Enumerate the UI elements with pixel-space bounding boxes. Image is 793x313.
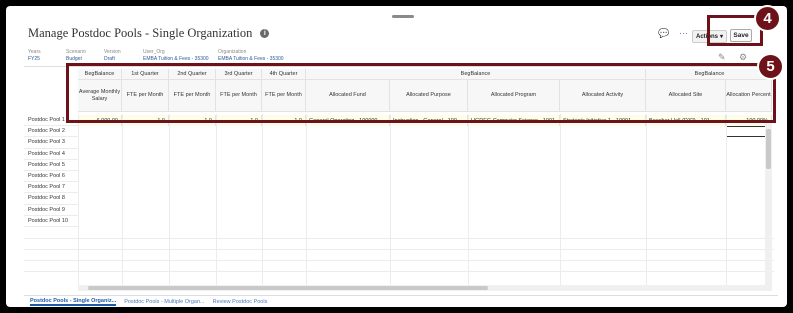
pov-label: Version bbox=[104, 49, 121, 55]
callout-badge-5: 5 bbox=[757, 53, 784, 80]
row-header: Postdoc Pool 10 bbox=[24, 215, 78, 227]
callout-badge-4: 4 bbox=[754, 5, 781, 32]
col-separator bbox=[169, 114, 170, 289]
col-separator bbox=[78, 114, 79, 289]
pov-version[interactable]: Version Draft bbox=[104, 49, 121, 63]
vertical-scrollbar[interactable] bbox=[765, 121, 772, 291]
horizontal-scrollbar[interactable] bbox=[78, 285, 768, 291]
row-separator bbox=[24, 249, 774, 250]
callout-box-5 bbox=[66, 63, 776, 123]
col-separator bbox=[262, 114, 263, 289]
page-title-row: Manage Postdoc Pools - Single Organizati… bbox=[28, 26, 270, 41]
pov-years[interactable]: Years FY25 bbox=[28, 49, 41, 63]
info-icon[interactable]: i bbox=[260, 29, 270, 38]
row-header: Postdoc Pool 3 bbox=[24, 137, 78, 149]
row-header: Postdoc Pool 4 bbox=[24, 148, 78, 160]
pov-label: Organization bbox=[218, 49, 247, 55]
pov-value: FY25 bbox=[28, 56, 40, 62]
tab-single-org[interactable]: Postdoc Pools - Single Organiz... bbox=[30, 298, 117, 306]
app-window: Manage Postdoc Pools - Single Organizati… bbox=[6, 6, 787, 307]
pencil-icon[interactable]: ✎ bbox=[718, 52, 726, 63]
form-tabs: Postdoc Pools - Single Organiz... Postdo… bbox=[24, 295, 778, 307]
col-separator bbox=[390, 114, 391, 289]
col-separator bbox=[468, 114, 469, 289]
col-separator bbox=[216, 114, 217, 289]
row-header: Postdoc Pool 6 bbox=[24, 171, 78, 183]
pov-organization[interactable]: Organization EMBA Tuition & Fees - 35300 bbox=[218, 49, 292, 63]
pov-scenario[interactable]: Scenario Budget bbox=[66, 49, 86, 63]
row-header: Postdoc Pool 9 bbox=[24, 204, 78, 216]
col-separator bbox=[646, 114, 647, 289]
tab-review[interactable]: Review Postdoc Pools bbox=[213, 299, 268, 305]
chat-icon[interactable]: 💬 bbox=[658, 28, 669, 39]
row-header: Postdoc Pool 7 bbox=[24, 182, 78, 194]
col-separator bbox=[306, 114, 307, 289]
page-title: Manage Postdoc Pools - Single Organizati… bbox=[28, 26, 253, 40]
pov-label: Years bbox=[28, 49, 41, 55]
col-separator bbox=[560, 114, 561, 289]
row-header: Postdoc Pool 8 bbox=[24, 193, 78, 205]
row-header: Postdoc Pool 2 bbox=[24, 126, 78, 138]
pov-label: Scenario bbox=[66, 49, 86, 55]
pov-value: Budget bbox=[66, 56, 82, 62]
col-separator bbox=[726, 114, 727, 289]
row-separator bbox=[24, 260, 774, 261]
scrollbar-thumb[interactable] bbox=[88, 286, 488, 290]
row-separator bbox=[24, 238, 774, 239]
scrollbar-thumb[interactable] bbox=[766, 129, 771, 169]
pov-value: Draft bbox=[104, 56, 115, 62]
tab-multiple-org[interactable]: Postdoc Pools - Multiple Organ... bbox=[124, 299, 204, 305]
pov-value: EMBA Tuition & Fees - 35300 bbox=[143, 56, 209, 62]
more-icon[interactable]: ··· bbox=[679, 28, 688, 38]
row-header: Postdoc Pool 5 bbox=[24, 159, 78, 171]
drag-handle[interactable] bbox=[392, 15, 414, 18]
pov-label: User_Org bbox=[143, 49, 165, 55]
pov-value: EMBA Tuition & Fees - 35300 bbox=[218, 56, 284, 62]
row-separator bbox=[24, 271, 774, 272]
gear-icon[interactable]: ⚙ bbox=[739, 52, 747, 63]
col-separator bbox=[122, 114, 123, 289]
pov-user-org[interactable]: User_Org EMBA Tuition & Fees - 35300 bbox=[143, 49, 213, 63]
